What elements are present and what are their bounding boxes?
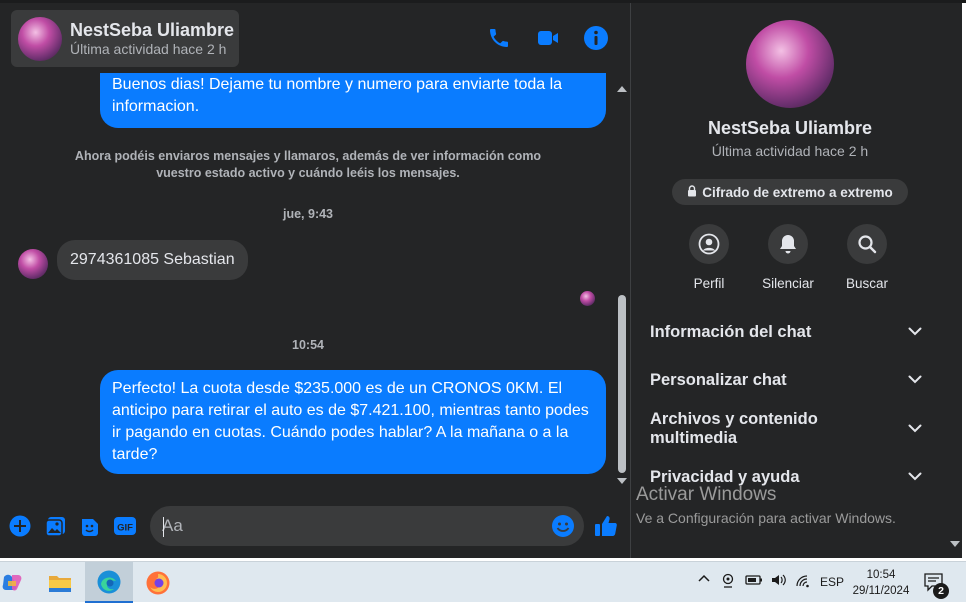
system-clock[interactable]: 10:54 29/11/2024: [846, 567, 916, 599]
message-composer: GIF: [0, 503, 630, 549]
taskbar: ESP 10:54 29/11/2024 2: [0, 561, 966, 603]
timestamp: 10:54: [292, 338, 324, 352]
system-notice: Ahora podéis enviaros mensajes y llamaro…: [74, 149, 542, 180]
encryption-label: Cifrado de extremo a extremo: [702, 184, 893, 200]
video-icon[interactable]: [535, 25, 561, 51]
copilot-icon[interactable]: [0, 562, 36, 603]
scroll-up-arrow[interactable]: [617, 86, 627, 92]
edge-icon[interactable]: [85, 562, 133, 603]
search-icon: [847, 224, 887, 264]
image-icon[interactable]: [44, 514, 68, 538]
section-customize-chat[interactable]: Personalizar chat: [640, 362, 932, 398]
search-action-button[interactable]: Buscar: [832, 224, 902, 291]
contact-header-text: NestSeba Uliambre Última actividad hace …: [70, 20, 234, 58]
like-icon[interactable]: [594, 514, 618, 538]
sticker-icon[interactable]: [78, 514, 102, 538]
info-icon[interactable]: [583, 25, 609, 51]
mute-action-label: Silenciar: [762, 276, 814, 291]
section-label: Información del chat: [650, 322, 812, 341]
chat-header: NestSeba Uliambre Última actividad hace …: [0, 3, 630, 75]
plus-icon[interactable]: [8, 514, 32, 538]
incoming-message[interactable]: 2974361085 Sebastian: [57, 240, 248, 280]
chat-info-panel: NestSeba Uliambre Última actividad hace …: [631, 3, 962, 558]
section-media-files[interactable]: Archivos y contenido multimedia: [640, 410, 932, 447]
seen-indicator-avatar: [580, 291, 595, 306]
encryption-badge[interactable]: Cifrado de extremo a extremo: [672, 179, 908, 205]
wifi-icon[interactable]: [795, 574, 811, 591]
clock-date: 29/11/2024: [852, 585, 910, 597]
info-scrollbar[interactable]: [946, 3, 962, 558]
section-label: Privacidad y ayuda: [650, 467, 800, 486]
input-language[interactable]: ESP: [820, 575, 844, 589]
bell-icon: [768, 224, 808, 264]
profile-name: NestSeba Uliambre: [707, 118, 873, 138]
outgoing-message[interactable]: Buenos dias! Dejame tu nombre y numero p…: [100, 73, 606, 128]
contact-name: NestSeba Uliambre: [70, 19, 235, 40]
chat-scrollbar[interactable]: [614, 77, 628, 491]
file-explorer-icon[interactable]: [36, 562, 84, 603]
gif-icon[interactable]: GIF: [113, 514, 137, 538]
lock-icon: [687, 184, 697, 200]
contact-header-button[interactable]: NestSeba Uliambre Última actividad hace …: [11, 10, 239, 67]
message-list: Buenos dias! Dejame tu nombre y numero p…: [0, 73, 614, 493]
notification-count-badge: 2: [933, 583, 949, 599]
profile-action-label: Perfil: [693, 276, 725, 291]
svg-text:GIF: GIF: [117, 523, 133, 534]
scroll-down-arrow[interactable]: [617, 478, 627, 484]
section-chat-info[interactable]: Información del chat: [640, 314, 932, 350]
text-caret: [163, 517, 164, 537]
scrollbar-thumb[interactable]: [618, 295, 626, 473]
profile-icon: [689, 224, 729, 264]
chevron-down-icon: [908, 371, 922, 389]
firefox-icon[interactable]: [134, 562, 182, 603]
chevron-down-icon: [908, 323, 922, 341]
profile-status: Última actividad hace 2 h: [711, 143, 869, 159]
section-privacy-support[interactable]: Privacidad y ayuda: [640, 459, 932, 495]
message-input[interactable]: [150, 506, 584, 546]
contact-avatar: [18, 16, 62, 61]
section-label: Personalizar chat: [650, 370, 787, 389]
section-label: Archivos y contenido multimedia: [650, 410, 818, 447]
chevron-up-icon[interactable]: [697, 571, 711, 588]
chat-pane: NestSeba Uliambre Última actividad hace …: [0, 3, 630, 558]
scroll-down-arrow[interactable]: [950, 541, 960, 547]
chevron-down-icon: [908, 468, 922, 486]
mute-action-button[interactable]: Silenciar: [753, 224, 823, 291]
sender-avatar: [18, 249, 48, 279]
outgoing-message[interactable]: Perfecto! La cuota desde $235.000 es de …: [100, 370, 606, 474]
clock-time: 10:54: [866, 569, 896, 581]
battery-icon[interactable]: [745, 574, 763, 589]
chevron-down-icon: [908, 420, 922, 438]
messenger-window: NestSeba Uliambre Última actividad hace …: [0, 0, 966, 558]
contact-status: Última actividad hace 2 h: [70, 40, 227, 57]
webcam-icon[interactable]: [722, 573, 734, 592]
volume-icon[interactable]: [771, 573, 787, 590]
profile-action-button[interactable]: Perfil: [674, 224, 744, 291]
phone-icon[interactable]: [486, 25, 512, 51]
timestamp: jue, 9:43: [282, 207, 334, 221]
emoji-icon[interactable]: [551, 514, 575, 538]
search-action-label: Buscar: [845, 276, 889, 291]
profile-avatar: [746, 20, 834, 108]
